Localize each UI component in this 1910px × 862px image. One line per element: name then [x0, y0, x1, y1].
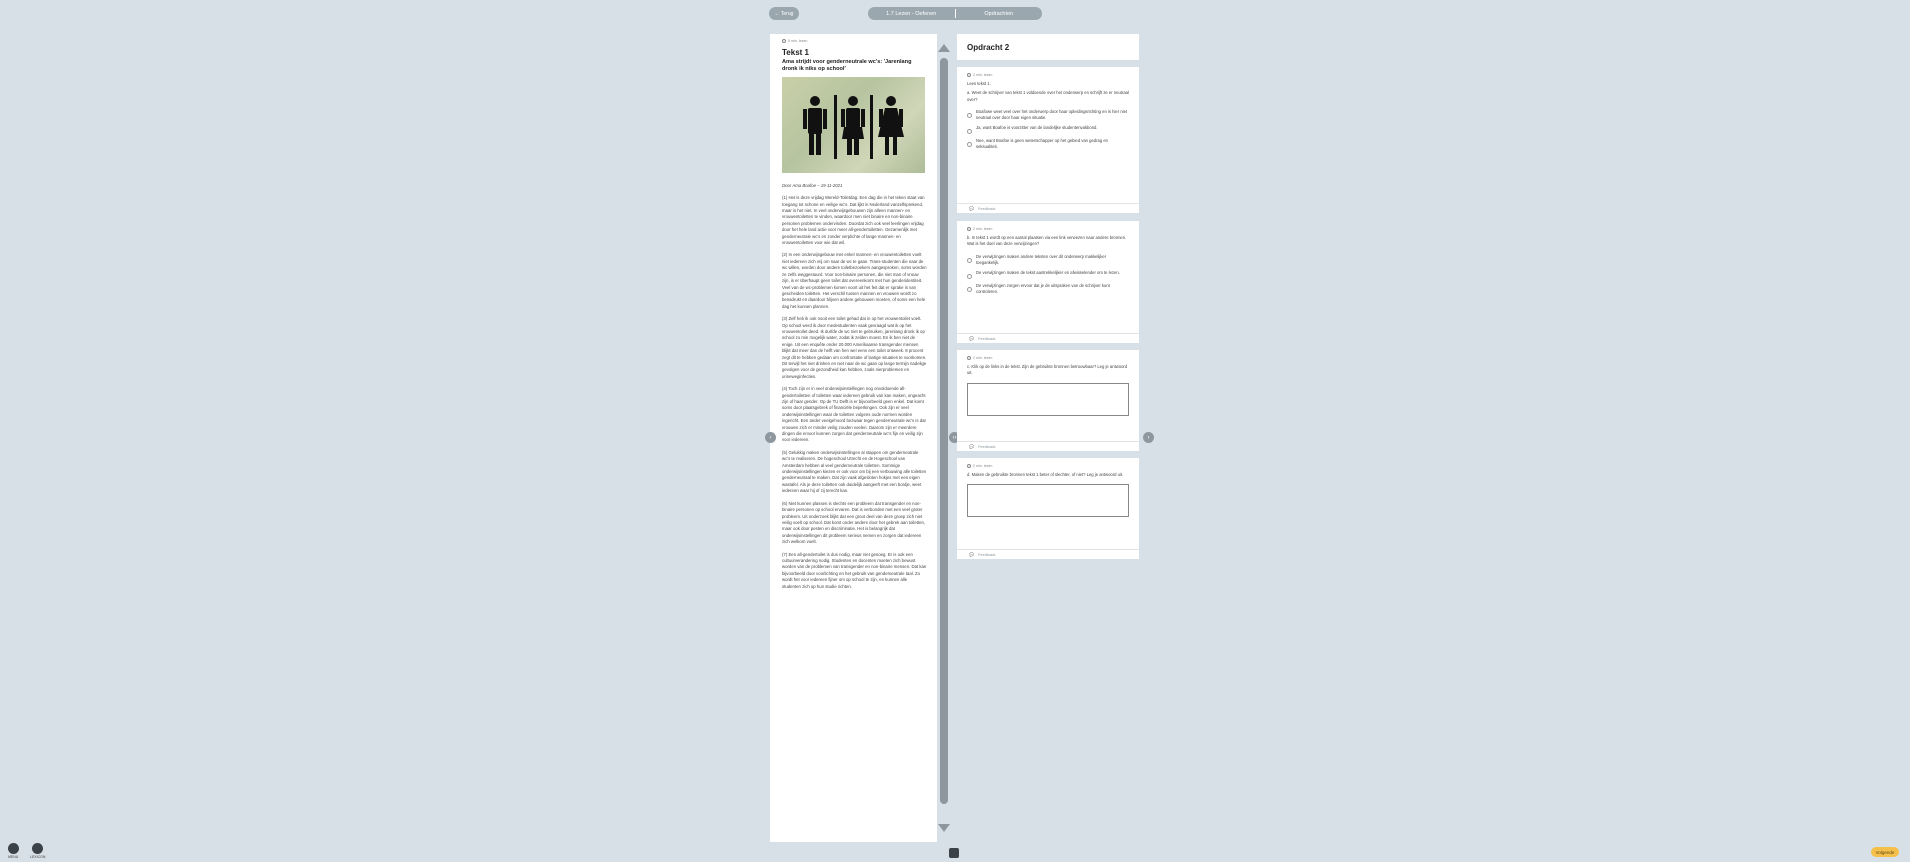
next-button[interactable]: Volgende	[1871, 847, 1899, 857]
radio-button[interactable]	[967, 287, 972, 293]
question-card-b: 2 min. lezen b. In tekst 1 wordt op een …	[957, 221, 1139, 343]
answer-option[interactable]: Boafowe weet veel over het onderwerp doo…	[967, 109, 1129, 121]
paragraph-1: (1) Het is deze vrijdag Wereld-Toiletdag…	[782, 195, 925, 246]
lexicon-icon[interactable]	[32, 843, 43, 854]
clock-icon	[967, 227, 971, 232]
assignment-header: Opdracht 2	[957, 34, 1139, 60]
toilet-pictogram-icon	[803, 94, 904, 159]
answer-option[interactable]: Ja, want Boafoe is voorzitter van de lan…	[967, 125, 1129, 135]
scrollbar-thumb[interactable]	[940, 58, 948, 804]
chat-icon: 💬	[969, 206, 974, 211]
menu-icon[interactable]	[8, 843, 19, 854]
text-scrollbar[interactable]	[938, 44, 950, 840]
scroll-up-icon[interactable]	[938, 44, 950, 52]
feedback-button[interactable]: 💬 Feedback	[957, 333, 1139, 343]
assignments-tab[interactable]: Opdrachten	[956, 11, 1043, 17]
feedback-button[interactable]: 💬 Feedback	[957, 203, 1139, 213]
paragraph-2: (2) In een onderwijsgebouw met enkel man…	[782, 252, 927, 309]
chat-icon: 💬	[969, 336, 974, 341]
question-stem: a. Weet de schrijver van tekst 1 voldoen…	[967, 90, 1129, 102]
answer-option[interactable]: Nee, want Boafoe is geen wetenschapper o…	[967, 138, 1129, 150]
lesson-title-tab[interactable]: 1.7 Lezen - Oefenen	[868, 11, 955, 17]
question-time: 2 min. lezen	[967, 226, 1129, 232]
back-button[interactable]: ← Terug	[769, 7, 799, 20]
radio-button[interactable]	[967, 129, 972, 135]
previous-page-button[interactable]: ‹	[765, 432, 776, 443]
radio-button[interactable]	[967, 274, 972, 280]
answer-option[interactable]: De verwijzingen zorgen ervoor dat je de …	[967, 283, 1129, 295]
answer-textarea[interactable]	[967, 382, 1129, 416]
feedback-button[interactable]: 💬 Feedback	[957, 441, 1139, 451]
question-time: 2 min. lezen	[967, 355, 1129, 361]
calculator-icon[interactable]	[949, 848, 959, 858]
feedback-button[interactable]: 💬 Feedback	[957, 549, 1139, 559]
question-card-a: 2 min. lezen Lees tekst 1. a. Weet de sc…	[957, 67, 1139, 213]
question-intro: Lees tekst 1.	[967, 81, 991, 87]
text-title: Tekst 1	[782, 48, 809, 58]
assignment-title: Opdracht 2	[967, 43, 1010, 52]
next-page-button[interactable]: ›	[1143, 432, 1154, 443]
chat-icon: 💬	[969, 444, 974, 449]
author-line: Door Ama Boafoe – 19-11-2021	[782, 182, 843, 188]
reading-text-panel: 5 min. lezen Tekst 1 Ama strijdt voor ge…	[770, 34, 937, 842]
answer-option[interactable]: De verwijzingen maken de tekst aantrekke…	[967, 270, 1129, 280]
question-time: 2 min. lezen	[967, 72, 1129, 78]
clock-icon	[967, 464, 971, 469]
text-subtitle: Ama strijdt voor genderneutrale wc's: 'J…	[782, 58, 912, 73]
question-card-d: 2 min. lezen d. Maken de gebruikte bronn…	[957, 458, 1139, 559]
answer-textarea[interactable]	[967, 484, 1129, 518]
question-stem: b. In tekst 1 wordt op een aantal plaats…	[967, 235, 1127, 247]
paragraph-3: (3) Zelf heb ik ook nooit een toilet geh…	[782, 316, 927, 379]
scroll-down-icon[interactable]	[938, 824, 950, 832]
question-time: 2 min. lezen	[967, 463, 1129, 469]
question-stem: d. Maken de gebruikte bronnen tekst 1 be…	[967, 472, 1124, 478]
radio-button[interactable]	[967, 112, 972, 118]
clock-icon	[782, 39, 786, 44]
clock-icon	[967, 356, 971, 361]
clock-icon	[967, 73, 971, 78]
paragraph-7: (7) Een all-gendertoilet is dus nodig, m…	[782, 551, 927, 589]
menu-label: MENU	[8, 855, 19, 859]
question-stem: c. Klik op de links in de tekst. Zijn de…	[967, 364, 1128, 376]
answer-option[interactable]: De verwijzingen maken andere teksten ove…	[967, 254, 1129, 266]
paragraph-6: (6) Niet kunnen plassen is slechts een p…	[782, 500, 926, 545]
question-card-c: 2 min. lezen c. Klik op de links in de t…	[957, 350, 1139, 451]
radio-button[interactable]	[967, 257, 972, 263]
radio-button[interactable]	[967, 142, 972, 148]
chat-icon: 💬	[969, 552, 974, 557]
lexicon-label: LEXICON	[30, 855, 46, 859]
lesson-tabs: 1.7 Lezen - Oefenen Opdrachten	[868, 7, 1042, 20]
reading-time: 5 min. lezen	[782, 38, 927, 44]
paragraph-4: (4) Toch zijn er in veel onderwijsinstel…	[782, 386, 926, 443]
paragraph-5: (5) Gelukkig maken onderwijsinstellingen…	[782, 449, 927, 494]
toilet-sign-image	[782, 76, 925, 173]
